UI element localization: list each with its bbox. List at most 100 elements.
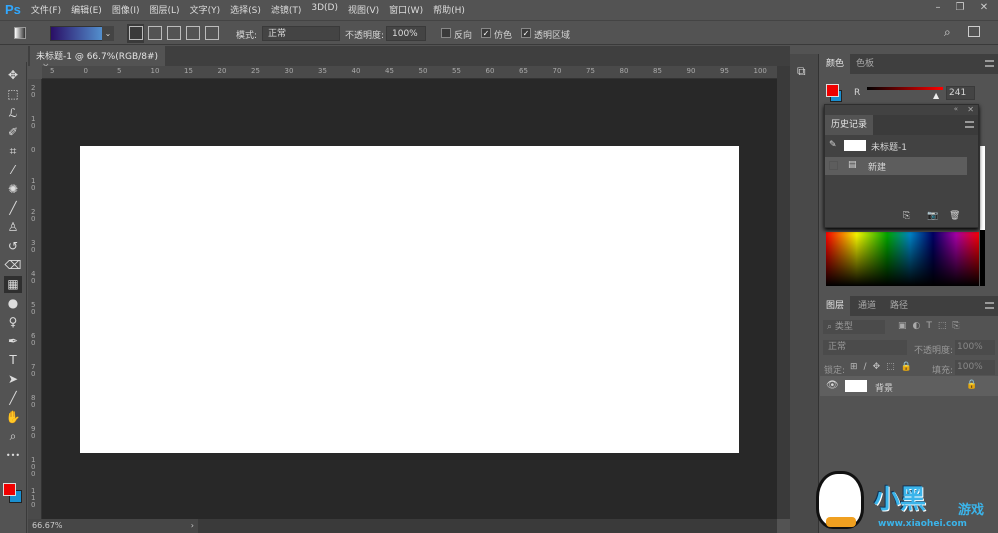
new-document-icon[interactable]: ⎘ <box>903 211 910 221</box>
visibility-eye-icon[interactable]: 👁 <box>826 380 839 391</box>
document-tab[interactable]: 未标题-1 @ 66.7%(RGB/8#) × <box>30 46 165 72</box>
type-icon[interactable]: T <box>4 352 22 369</box>
menu-item[interactable]: 窗口(W) <box>389 3 423 16</box>
diamond-gradient-button[interactable] <box>205 26 219 40</box>
workspace-icon[interactable] <box>968 26 980 37</box>
red-value-input[interactable]: 241 <box>946 86 975 100</box>
search-icon[interactable]: ⌕ <box>944 25 951 40</box>
panel-menu-icon[interactable] <box>985 60 994 67</box>
trash-icon[interactable]: 🗑 <box>949 211 960 221</box>
move-icon[interactable]: ✥ <box>4 67 22 84</box>
history-item[interactable]: ▤ 新建 <box>825 157 967 175</box>
pen-icon[interactable]: ✒ <box>4 333 22 350</box>
slider-handle-icon[interactable]: ▲ <box>933 91 939 100</box>
menu-item[interactable]: 图层(L) <box>150 3 180 16</box>
menu-item[interactable]: 3D(D) <box>311 3 338 16</box>
panel-dock: ⧉ <box>790 54 819 533</box>
history-brush-icon[interactable]: ✎ <box>829 140 837 150</box>
tab-channels[interactable]: 通道 <box>852 296 882 316</box>
tab-color[interactable]: 颜色 <box>820 54 851 74</box>
brush-icon[interactable]: ╱ <box>4 200 22 217</box>
restore-button[interactable]: ❐ <box>952 2 968 16</box>
menu-item[interactable]: 图像(I) <box>112 3 140 16</box>
minimize-button[interactable]: – <box>930 2 946 16</box>
color-spectrum[interactable] <box>826 232 979 286</box>
ruler-label: 7 0 <box>31 363 36 378</box>
ruler-label: 60 <box>485 67 495 75</box>
chevron-down-icon[interactable]: ⌄ <box>102 26 114 41</box>
mode-select[interactable]: 正常 <box>262 26 340 41</box>
tab-paths[interactable]: 路径 <box>884 296 914 316</box>
zoom-icon[interactable]: ⌕ <box>4 428 22 445</box>
red-slider[interactable] <box>867 87 943 90</box>
blend-mode-select[interactable]: 正常 <box>823 340 907 355</box>
ruler-label: 45 <box>385 67 394 75</box>
line-icon[interactable]: ╱ <box>4 390 22 407</box>
menu-item[interactable]: 滤镜(T) <box>271 3 302 16</box>
healing-icon[interactable]: ✺ <box>4 181 22 198</box>
history-tabs: 历史记录 <box>825 115 978 135</box>
close-panel-icon[interactable]: ✕ <box>967 105 974 114</box>
tool-preset-icon[interactable] <box>14 27 26 39</box>
horizontal-ruler: 5 0 5 10 15 20 25 30 35 40 45 50 55 60 65 70 75 80 85 90 95 1… <box>42 66 782 79</box>
marquee-icon[interactable]: ⬚ <box>4 86 22 103</box>
fill-input[interactable]: 100% <box>955 360 995 375</box>
panel-menu-icon[interactable] <box>965 121 974 128</box>
foreground-color-swatch[interactable] <box>826 84 839 97</box>
options-bar: ⌄ 模式: 正常 不透明度: 100% 反向 ✓ 仿色 ✓ 透明区域 ⌕ <box>0 20 998 45</box>
vertical-scrollbar[interactable] <box>777 66 790 519</box>
menu-item[interactable]: 文字(Y) <box>190 3 221 16</box>
layer-row[interactable]: 👁 背景 🔒 <box>820 376 998 396</box>
dither-checkbox[interactable]: ✓ <box>481 28 491 38</box>
eyedropper-icon[interactable]: ⁄ <box>4 162 22 179</box>
dodge-icon[interactable]: ♀ <box>4 314 22 331</box>
foreground-color-swatch[interactable] <box>3 483 16 496</box>
vertical-ruler: 2 0 1 0 0 1 0 2 0 3 0 4 0 5 0 6 0 7 0 8 0 9 0 1 0 0 1… <box>28 79 42 519</box>
layer-opacity-input[interactable]: 100% <box>955 340 995 355</box>
lasso-icon[interactable]: ℒ <box>4 105 22 122</box>
layer-filter-select[interactable]: ⌕ 类型 <box>823 320 885 334</box>
collapse-icon[interactable]: « <box>954 105 958 113</box>
angle-gradient-button[interactable] <box>167 26 181 40</box>
horizontal-scrollbar[interactable] <box>198 519 777 533</box>
fill-value: 100% <box>957 362 983 372</box>
menu-item[interactable]: 选择(S) <box>230 3 261 16</box>
tab-swatches[interactable]: 色板 <box>850 54 880 74</box>
zoom-level[interactable]: 66.67% <box>32 521 63 530</box>
close-window-button[interactable]: ✕ <box>976 2 992 16</box>
layer-filter-icons[interactable]: ▣◐T⬚⎘ <box>898 321 966 331</box>
history-source-checkbox[interactable] <box>829 161 838 170</box>
reflected-gradient-button[interactable] <box>186 26 200 40</box>
blur-icon[interactable]: ● <box>4 295 22 312</box>
stamp-icon[interactable]: ♙ <box>4 219 22 236</box>
camera-icon[interactable]: 📷 <box>927 211 938 221</box>
lock-icons[interactable]: ⊞/✥⬚🔒 <box>850 362 918 372</box>
hand-icon[interactable]: ✋ <box>4 409 22 426</box>
brightness-strip <box>980 146 985 286</box>
radial-gradient-button[interactable] <box>148 26 162 40</box>
menu-item[interactable]: 编辑(E) <box>71 3 102 16</box>
opacity-input[interactable]: 100% <box>386 26 426 41</box>
reverse-label: 反向 <box>454 31 473 41</box>
path-select-icon[interactable]: ➤ <box>4 371 22 388</box>
properties-icon[interactable]: ⧉ <box>797 64 806 79</box>
crop-icon[interactable]: ⌗ <box>4 143 22 160</box>
app-logo: Ps <box>5 2 21 17</box>
document-canvas[interactable] <box>80 146 739 453</box>
gradient-icon[interactable]: ▦ <box>4 276 22 293</box>
quick-select-icon[interactable]: ✐ <box>4 124 22 141</box>
eraser-icon[interactable]: ⌫ <box>4 257 22 274</box>
menu-item[interactable]: 文件(F) <box>31 3 61 16</box>
tab-history[interactable]: 历史记录 <box>825 115 874 135</box>
ruler-label: 35 <box>318 67 327 75</box>
history-brush-icon[interactable]: ↺ <box>4 238 22 255</box>
layers-panel-tabs: 图层 通道 路径 <box>820 296 998 316</box>
menu-item[interactable]: 视图(V) <box>348 3 379 16</box>
reverse-checkbox[interactable] <box>441 28 451 38</box>
panel-menu-icon[interactable] <box>985 302 994 309</box>
transparency-checkbox[interactable]: ✓ <box>521 28 531 38</box>
more-icon[interactable]: ••• <box>4 447 22 464</box>
tab-layers[interactable]: 图层 <box>820 296 851 316</box>
history-snapshot[interactable]: ✎ 未标题-1 <box>825 137 967 155</box>
menu-item[interactable]: 帮助(H) <box>433 3 465 16</box>
